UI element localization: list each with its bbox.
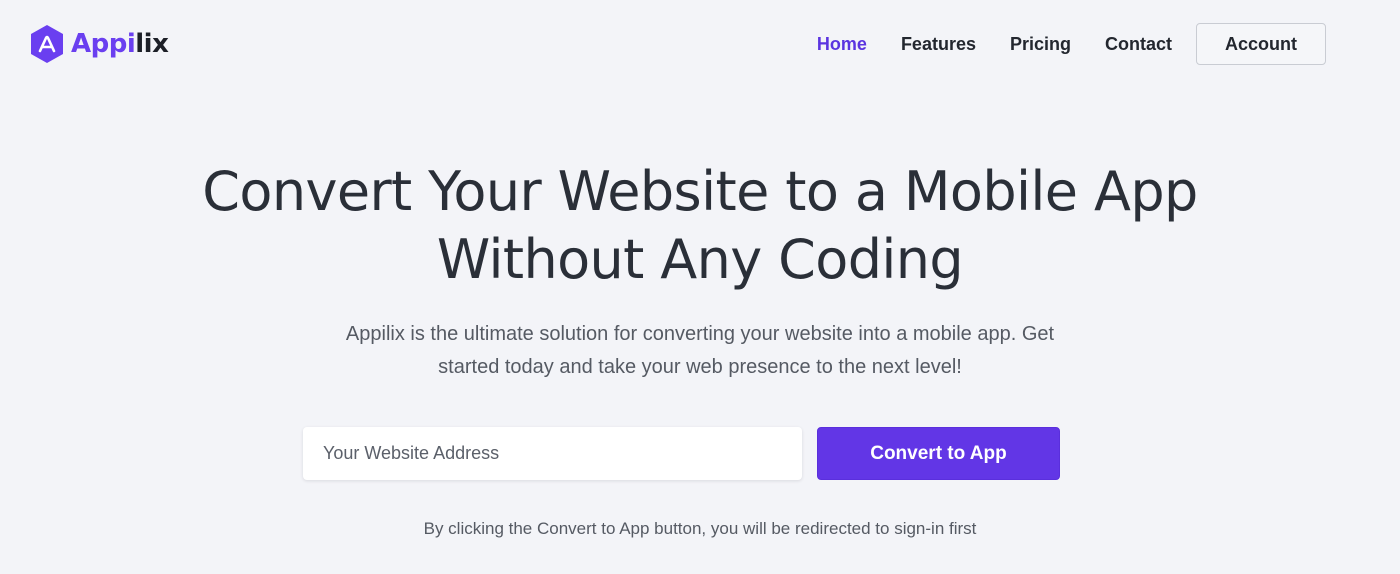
hero-subtitle-line1: Appilix is the ultimate solution for con… bbox=[345, 323, 1055, 345]
main-nav: Home Features Pricing Contact Account bbox=[817, 23, 1326, 65]
brand-name-part2: lix bbox=[135, 29, 169, 59]
hero-headline-line1: Convert Your Website to a Mobile App bbox=[202, 160, 1198, 223]
nav-home-link[interactable]: Home bbox=[817, 24, 867, 64]
appilix-hexagon-icon bbox=[31, 25, 63, 63]
hero-subtitle-line2: started today and take your web presence… bbox=[438, 356, 962, 378]
hero-headline-line2: Without Any Coding bbox=[436, 228, 964, 291]
brand-name-part1: Appi bbox=[71, 29, 136, 59]
nav-pricing-link[interactable]: Pricing bbox=[1010, 24, 1071, 64]
sign-in-disclaimer: By clicking the Convert to App button, y… bbox=[423, 519, 977, 538]
website-address-input[interactable] bbox=[303, 427, 802, 480]
nav-features-link[interactable]: Features bbox=[901, 24, 976, 64]
nav-contact-link[interactable]: Contact bbox=[1105, 24, 1172, 64]
account-button[interactable]: Account bbox=[1196, 23, 1326, 65]
convert-to-app-button[interactable]: Convert to App bbox=[817, 427, 1060, 480]
page: Appilix Home Features Pricing Contact Ac… bbox=[0, 0, 1400, 574]
hero-headline: Convert Your Website to a Mobile App Wit… bbox=[0, 158, 1400, 294]
brand-logo[interactable]: Appilix bbox=[29, 24, 169, 64]
hero-subtitle: Appilix is the ultimate solution for con… bbox=[300, 318, 1100, 384]
brand-name: Appilix bbox=[71, 24, 169, 64]
